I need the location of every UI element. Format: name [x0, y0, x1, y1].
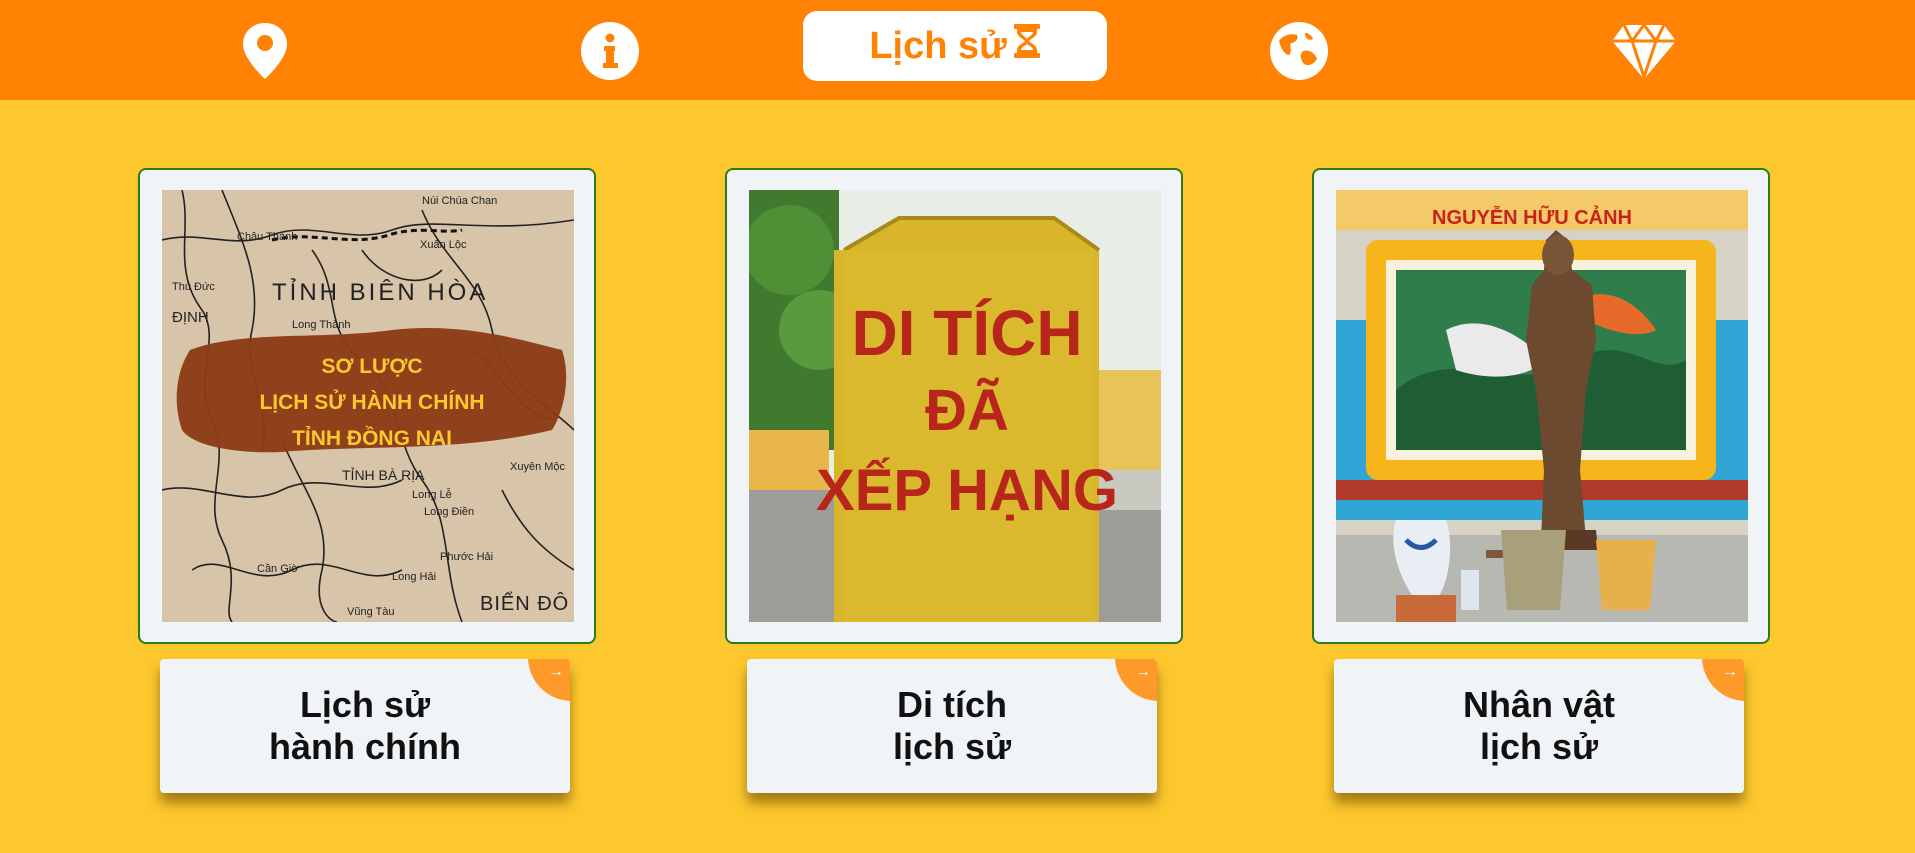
svg-text:ĐỊNH: ĐỊNH [172, 309, 209, 326]
card-caption-nhan-vat-lich-su[interactable]: Nhân vật lịch sử → [1334, 659, 1744, 793]
svg-text:Phước Hải: Phước Hải [440, 551, 493, 563]
card-image-statue: NGUYỄN HỮU CẢNH [1336, 190, 1748, 622]
arrow-right-icon[interactable]: → [1702, 659, 1744, 701]
svg-text:TỈNH BÀ RỊA: TỈNH BÀ RỊA [342, 467, 425, 483]
tab-lich-su-label: Lịch sử [869, 24, 1007, 67]
diamond-icon[interactable] [1609, 16, 1679, 86]
map-banner-line2: LỊCH SỬ HÀNH CHÍNH [259, 390, 484, 414]
svg-text:Vũng Tàu: Vũng Tàu [347, 606, 395, 618]
globe-icon[interactable] [1264, 16, 1334, 86]
caption-line2: lịch sử [892, 726, 1012, 767]
hourglass-icon [1013, 23, 1041, 69]
arrow-right-icon[interactable]: → [528, 659, 570, 701]
monument-text-line2: ĐÃ [925, 378, 1009, 443]
svg-text:Xuân Lộc: Xuân Lộc [420, 239, 467, 251]
svg-text:Núi Chúa Chan: Núi Chúa Chan [422, 195, 497, 207]
svg-text:Châu Thành: Châu Thành [237, 231, 297, 243]
tab-lich-su[interactable]: Lịch sử [803, 11, 1107, 81]
arrow-right-icon[interactable]: → [1115, 659, 1157, 701]
card-caption-lich-su-hanh-chinh[interactable]: Lịch sử hành chính → [160, 659, 570, 793]
svg-text:Long Điền: Long Điền [424, 506, 474, 518]
card-caption-di-tich-lich-su[interactable]: Di tích lịch sử → [747, 659, 1157, 793]
location-pin-icon[interactable] [230, 16, 300, 86]
temple-sign-text: NGUYỄN HỮU CẢNH [1432, 205, 1632, 229]
caption-line1: Di tích [896, 684, 1007, 725]
svg-text:Long Hải: Long Hải [392, 571, 436, 583]
caption-line1: Lịch sử [299, 684, 431, 725]
caption-line1: Nhân vật [1462, 684, 1616, 725]
card-lich-su-hanh-chinh[interactable]: TỈNH BIÊN HÒA Núi Chúa Chan Châu Thành X… [138, 168, 596, 644]
card-image-monument: DI TÍCH ĐÃ XẾP HẠNG [749, 190, 1161, 622]
svg-text:BIỂN ĐÔ: BIỂN ĐÔ [480, 592, 569, 615]
map-banner-line1: SƠ LƯỢC [321, 355, 422, 378]
svg-text:Long Thành: Long Thành [292, 319, 351, 331]
svg-text:Long Lễ: Long Lễ [412, 488, 452, 501]
svg-text:Xuyên Mộc: Xuyên Mộc [510, 461, 566, 473]
svg-text:Thủ Đức: Thủ Đức [172, 281, 215, 293]
card-nhan-vat-lich-su[interactable]: NGUYỄN HỮU CẢNH [1312, 168, 1770, 644]
card-di-tich-lich-su[interactable]: DI TÍCH ĐÃ XẾP HẠNG [725, 168, 1183, 644]
info-icon[interactable] [575, 16, 645, 86]
svg-text:Cần Giờ: Cần Giờ [257, 563, 298, 575]
monument-text-line3: XẾP HẠNG [816, 458, 1118, 523]
monument-text-line1: DI TÍCH [851, 297, 1082, 369]
card-image-map: TỈNH BIÊN HÒA Núi Chúa Chan Châu Thành X… [162, 190, 574, 622]
map-banner-line3: TỈNH ĐỒNG NAI [292, 426, 452, 450]
caption-line2: lịch sử [1479, 726, 1599, 767]
top-nav-bar: Lịch sử [0, 0, 1915, 100]
caption-line2: hành chính [269, 726, 461, 767]
svg-text:TỈNH BIÊN HÒA: TỈNH BIÊN HÒA [272, 277, 488, 306]
